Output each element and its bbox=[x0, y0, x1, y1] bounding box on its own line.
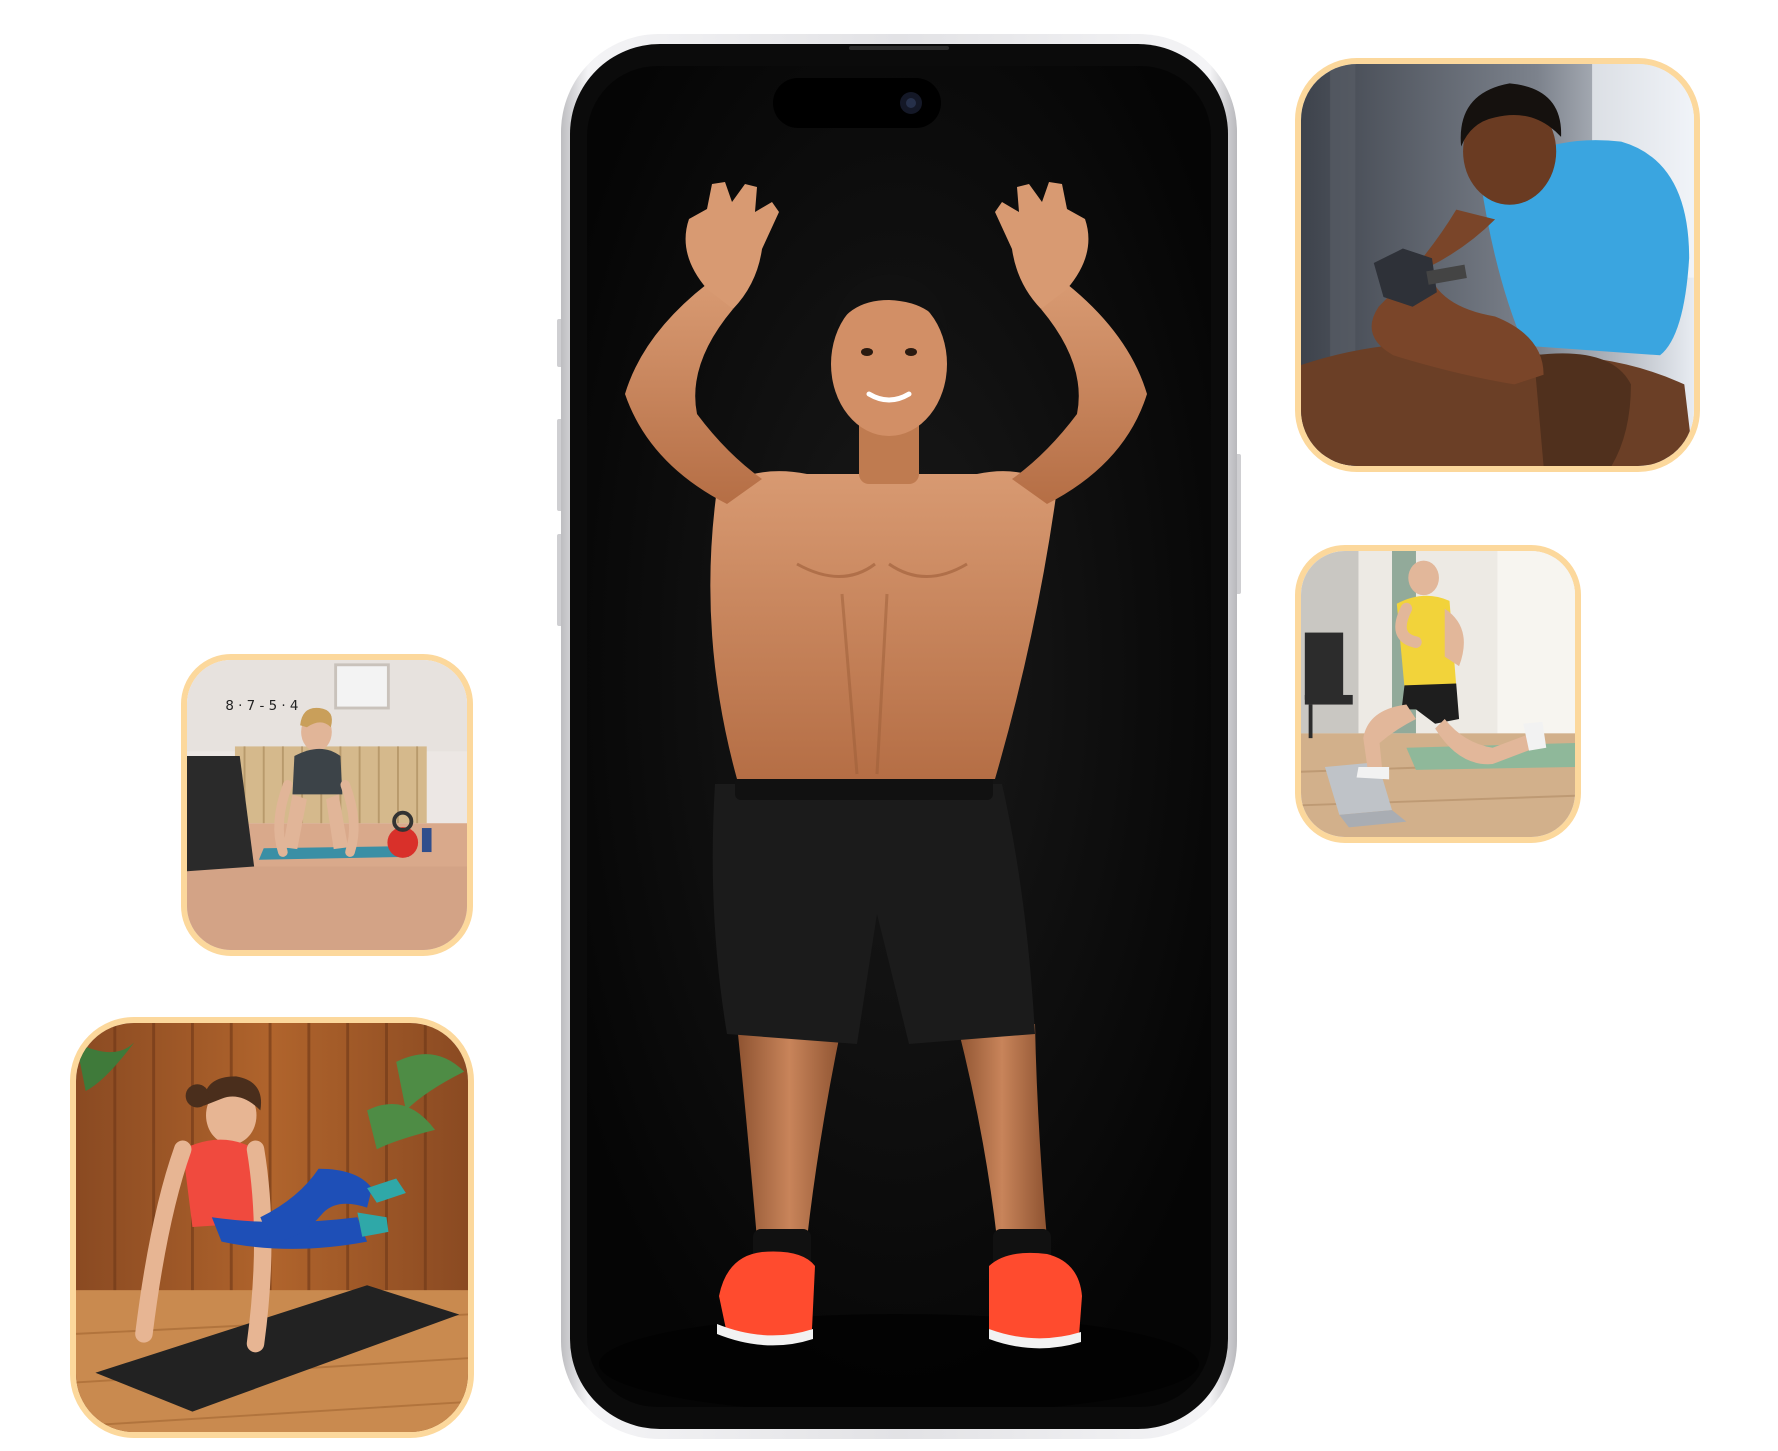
speaker-grille-icon bbox=[849, 46, 949, 50]
man-lunge-home-photo bbox=[1301, 551, 1575, 837]
photo-card-dumbbell-curl bbox=[1295, 58, 1700, 472]
man-dumbbell-curl-photo bbox=[1301, 64, 1694, 466]
photo-card-mountain-climber bbox=[70, 1017, 474, 1438]
phone-mockup bbox=[557, 34, 1241, 1439]
photo-card-plank: 8 · 7 - 5 · 4 bbox=[181, 654, 473, 956]
phone-screen bbox=[587, 66, 1211, 1407]
phone-illustration bbox=[557, 34, 1241, 1439]
wall-clock-icon: 8 · 7 - 5 · 4 bbox=[225, 699, 298, 714]
photo-card-lunge bbox=[1295, 545, 1581, 843]
woman-mountain-climber-photo bbox=[76, 1023, 468, 1432]
woman-plank-home-photo: 8 · 7 - 5 · 4 bbox=[187, 660, 467, 950]
workout-showcase: 8 · 7 - 5 · 4 bbox=[0, 0, 1778, 1451]
